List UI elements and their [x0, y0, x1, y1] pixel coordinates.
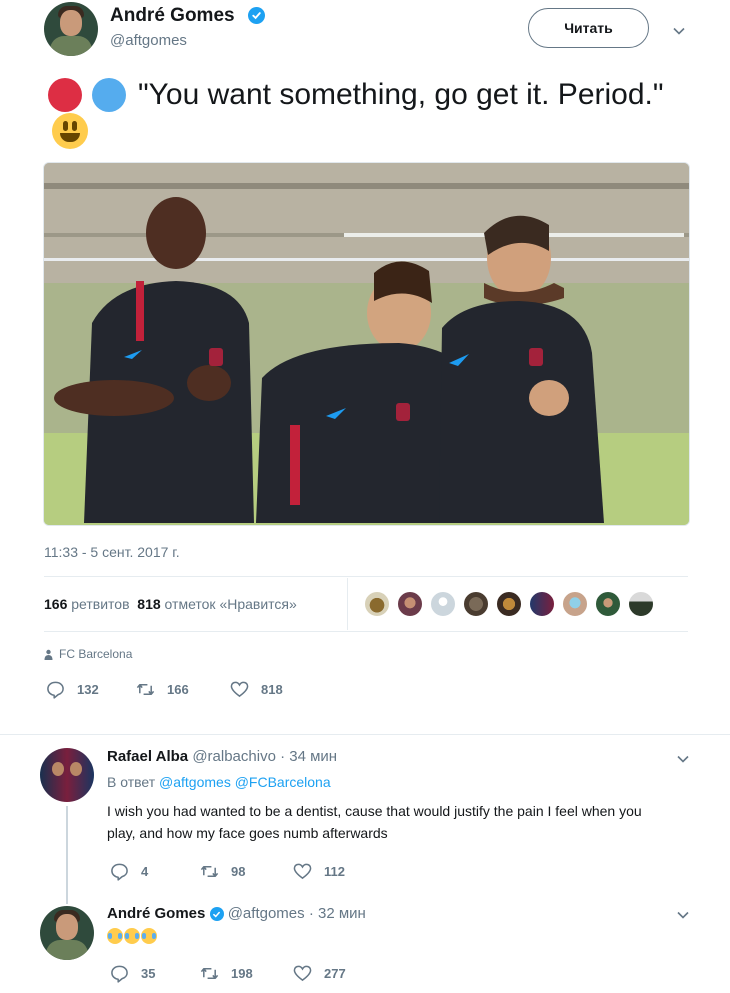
retweet-icon	[136, 683, 155, 696]
tears-of-joy-emoji-icon	[141, 928, 157, 944]
tweet-photo[interactable]	[43, 162, 690, 526]
location-label: FC Barcelona	[59, 647, 133, 661]
reply-text: I wish you had wanted to be a dentist, c…	[107, 803, 642, 841]
stats-separator	[347, 578, 348, 630]
heart-icon	[293, 965, 312, 982]
reply-author-name[interactable]: André Gomes	[107, 905, 205, 922]
tears-of-joy-emoji-icon	[107, 928, 123, 944]
reply-count: 35	[141, 966, 156, 981]
chevron-down-icon[interactable]	[676, 908, 690, 922]
tears-of-joy-emoji-icon	[124, 928, 140, 944]
reply-context-prefix: В ответ	[107, 774, 156, 790]
reply-text-emojis	[107, 928, 158, 946]
reply-author-handle[interactable]: @aftgomes	[228, 905, 305, 922]
smiley-emoji-icon	[52, 113, 88, 149]
retweet-icon	[200, 967, 219, 980]
tweet-location[interactable]: FC Barcelona	[44, 647, 132, 661]
reply-author-name[interactable]: Rafael Alba	[107, 748, 188, 765]
like-count: 112	[324, 864, 345, 879]
retweet-button[interactable]: 198	[200, 964, 253, 983]
likes-label[interactable]: отметок «Нравится»	[165, 596, 297, 612]
section-divider	[0, 734, 730, 735]
reply-avatar[interactable]	[40, 748, 94, 802]
reply-avatar[interactable]	[40, 906, 94, 960]
like-button[interactable]: 277	[293, 964, 346, 983]
like-count: 277	[324, 966, 346, 981]
chevron-down-icon[interactable]	[672, 24, 686, 38]
retweet-count: 198	[231, 966, 253, 981]
retweet-button[interactable]: 98	[200, 862, 245, 881]
retweet-icon	[200, 865, 219, 878]
verified-badge-icon	[248, 7, 265, 24]
reply-context: В ответ @aftgomes @FCBarcelona	[107, 774, 331, 790]
divider	[44, 631, 688, 632]
reply-icon	[111, 863, 128, 881]
retweet-count: 166	[167, 682, 189, 697]
author-name[interactable]: André Gomes	[110, 5, 235, 27]
liker-avatar[interactable]	[628, 591, 654, 617]
liker-avatar[interactable]	[364, 591, 390, 617]
retweet-button[interactable]: 166	[136, 680, 189, 699]
reply-header: Rafael Alba @ralbachivo · 34 мин	[107, 748, 337, 765]
like-button[interactable]: 112	[293, 862, 345, 881]
liker-avatar[interactable]	[430, 591, 456, 617]
retweets-label[interactable]: ретвитов	[71, 596, 129, 612]
photo-illustration	[44, 163, 689, 525]
verified-badge-icon	[209, 907, 224, 922]
follow-button[interactable]: Читать	[528, 8, 649, 48]
liker-avatar[interactable]	[397, 591, 423, 617]
author-avatar[interactable]	[44, 2, 98, 56]
like-button[interactable]: 818	[230, 680, 283, 699]
heart-icon	[293, 863, 312, 880]
liker-avatar[interactable]	[463, 591, 489, 617]
like-count: 818	[261, 682, 283, 697]
reply-icon	[47, 681, 64, 699]
reply-time[interactable]: · 34 мин	[280, 748, 337, 765]
liker-avatar[interactable]	[562, 591, 588, 617]
retweets-count[interactable]: 166	[44, 596, 67, 612]
tweet-stats: 166 ретвитов 818 отметок «Нравится»	[44, 596, 297, 612]
reply-button[interactable]: 4	[110, 862, 148, 881]
reply-context-mentions[interactable]: @aftgomes @FCBarcelona	[159, 774, 331, 790]
reply-button[interactable]: 132	[46, 680, 99, 699]
retweet-count: 98	[231, 864, 246, 879]
heart-icon	[230, 681, 249, 698]
likes-count[interactable]: 818	[137, 596, 160, 612]
liker-avatar[interactable]	[595, 591, 621, 617]
thread-line	[66, 806, 68, 904]
reply-button[interactable]: 35	[110, 964, 155, 983]
reply-header: André Gomes @aftgomes · 32 мин	[107, 905, 366, 922]
reply-count: 4	[141, 864, 149, 879]
reply-time[interactable]: · 32 мин	[309, 905, 366, 922]
tweet-text: "You want something, go get it. Period."	[44, 76, 684, 152]
chevron-down-icon[interactable]	[676, 752, 690, 766]
author-handle[interactable]: @aftgomes	[110, 32, 187, 49]
reply-count: 132	[77, 682, 99, 697]
reply-icon	[111, 965, 128, 983]
liker-avatar[interactable]	[496, 591, 522, 617]
liker-avatar[interactable]	[529, 591, 555, 617]
tweet-text-content: "You want something, go get it. Period."	[138, 78, 664, 111]
tweet-timestamp[interactable]: 11:33 - 5 сент. 2017 г.	[44, 544, 180, 560]
person-icon	[44, 649, 53, 660]
reply-author-handle[interactable]: @ralbachivo	[192, 748, 276, 765]
divider	[44, 576, 688, 577]
